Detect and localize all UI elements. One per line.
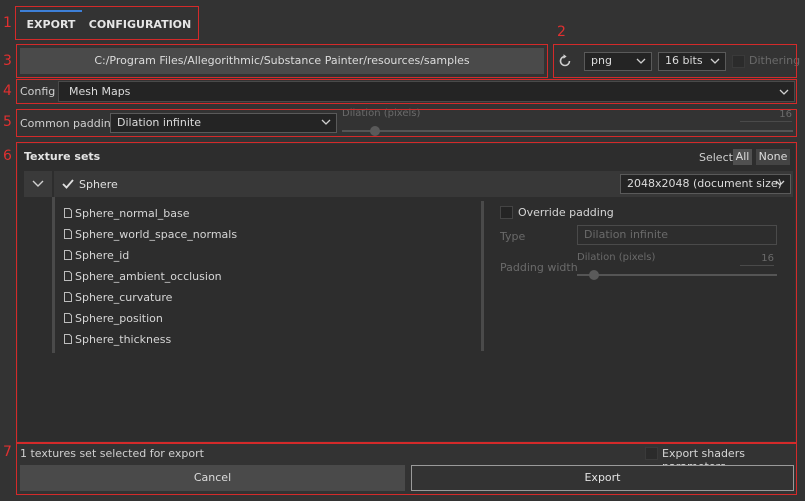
set-left-bar	[52, 197, 55, 353]
texture-item-label: Sphere_curvature	[75, 291, 173, 304]
list-item[interactable]: Sphere_world_space_normals	[64, 228, 237, 241]
dilation-label: Dilation (pixels)	[342, 108, 421, 119]
collapse-button[interactable]	[24, 171, 52, 197]
override-padding-label: Override padding	[518, 206, 614, 219]
annotation-5: 5	[3, 114, 12, 130]
texture-size-select[interactable]: 2048x2048 (document size)	[620, 174, 791, 194]
file-icon	[64, 271, 72, 281]
select-label: Select	[699, 151, 733, 164]
list-item[interactable]: Sphere_curvature	[64, 291, 172, 304]
dithering-checkbox[interactable]	[732, 55, 745, 68]
texture-item-label: Sphere_id	[75, 249, 130, 262]
texture-item-label: Sphere_ambient_occlusion	[75, 270, 222, 283]
set-dilation-slider-handle[interactable]	[589, 270, 599, 280]
export-shaders-checkbox[interactable]	[645, 447, 658, 460]
format-value: png	[591, 54, 612, 67]
padding-select[interactable]: Dilation infinite	[110, 113, 337, 133]
set-dilation-value-field[interactable]: 16	[740, 253, 774, 266]
chevron-down-icon	[321, 119, 331, 125]
bit-depth-value: 16 bits	[665, 54, 703, 67]
cancel-button[interactable]: Cancel	[20, 465, 405, 491]
export-path-button[interactable]: C:/Program Files/Allegorithmic/Substance…	[20, 48, 544, 74]
config-value: Mesh Maps	[69, 85, 131, 98]
annotation-1: 1	[3, 15, 12, 31]
list-item[interactable]: Sphere_ambient_occlusion	[64, 270, 222, 283]
texture-item-label: Sphere_position	[75, 312, 163, 325]
dilation-slider-handle[interactable]	[370, 126, 380, 136]
select-none-button[interactable]: None	[756, 149, 790, 165]
tab-export[interactable]: EXPORT	[20, 10, 82, 38]
common-padding-label: Common padding	[20, 117, 118, 130]
type-field[interactable]: Dilation infinite	[577, 225, 777, 245]
config-label: Config	[20, 85, 56, 98]
export-button[interactable]: Export	[411, 465, 794, 491]
texture-size-value: 2048x2048 (document size)	[627, 177, 782, 190]
refresh-icon[interactable]	[557, 53, 573, 69]
dithering-label: Dithering	[749, 54, 801, 67]
override-padding-checkbox[interactable]	[500, 206, 513, 219]
annotation-6: 6	[3, 148, 12, 164]
annotation-2: 2	[557, 24, 566, 40]
annotation-4: 4	[3, 83, 12, 99]
file-icon	[64, 313, 72, 323]
type-label: Type	[500, 230, 526, 243]
list-item[interactable]: Sphere_id	[64, 249, 129, 262]
chevron-down-icon	[779, 89, 789, 95]
annotation-7: 7	[3, 444, 12, 460]
chevron-down-icon	[636, 58, 646, 64]
texture-item-label: Sphere_world_space_normals	[75, 228, 238, 241]
format-select[interactable]: png	[584, 52, 652, 71]
file-icon	[64, 208, 72, 218]
set-divider	[481, 201, 484, 351]
status-text: 1 textures set selected for export	[20, 447, 204, 460]
tab-active-indicator	[20, 10, 82, 12]
file-icon	[64, 292, 72, 302]
set-dilation-label: Dilation (pixels)	[577, 252, 656, 263]
file-icon	[64, 229, 72, 239]
padding-width-label: Padding width	[500, 261, 578, 274]
list-item[interactable]: Sphere_thickness	[64, 333, 171, 346]
chevron-down-icon	[710, 58, 720, 64]
padding-value: Dilation infinite	[117, 116, 201, 129]
list-item[interactable]: Sphere_normal_base	[64, 207, 190, 220]
texture-item-label: Sphere_thickness	[75, 333, 172, 346]
texture-sets-title: Texture sets	[24, 150, 101, 163]
set-dilation-slider-track[interactable]	[577, 274, 777, 276]
texture-set-name: Sphere	[79, 178, 118, 191]
file-icon	[64, 334, 72, 344]
file-icon	[64, 250, 72, 260]
select-all-button[interactable]: All	[733, 149, 752, 165]
annotation-3: 3	[3, 53, 12, 69]
dilation-slider-track[interactable]	[342, 130, 793, 132]
dilation-value-field[interactable]: 16	[740, 109, 792, 122]
tab-configuration[interactable]: CONFIGURATION	[88, 10, 192, 38]
list-item[interactable]: Sphere_position	[64, 312, 163, 325]
bit-depth-select[interactable]: 16 bits	[658, 52, 726, 71]
chevron-down-icon	[775, 180, 785, 186]
chevron-down-icon	[32, 180, 44, 187]
sphere-check-icon[interactable]	[61, 177, 75, 191]
config-select[interactable]: Mesh Maps	[58, 81, 795, 102]
texture-item-label: Sphere_normal_base	[75, 207, 190, 220]
